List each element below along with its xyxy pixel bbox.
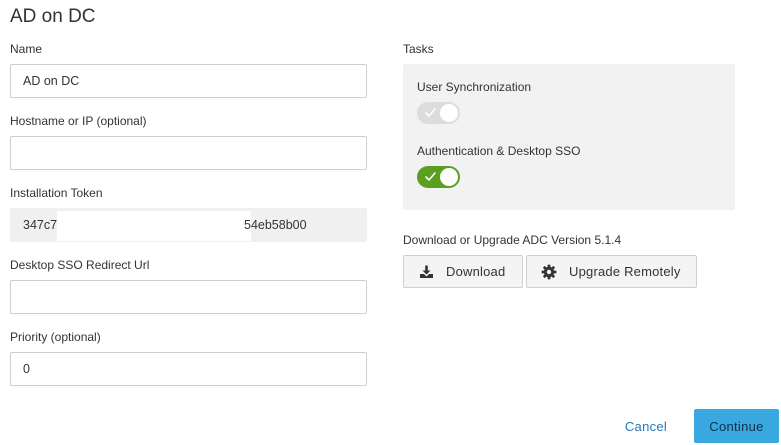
- tasks-panel: User Synchronization Authentication & De…: [403, 64, 735, 210]
- cancel-button-label: Cancel: [624, 419, 668, 434]
- priority-input-value: 0: [23, 362, 30, 376]
- auth-sso-toggle[interactable]: [417, 166, 460, 188]
- cancel-button[interactable]: Cancel: [611, 410, 681, 443]
- gear-icon: [541, 264, 557, 279]
- installation-token-field[interactable]: 347c7 54eb58b00: [10, 208, 367, 242]
- name-label: Name: [10, 42, 43, 56]
- download-title: Download or Upgrade ADC Version 5.1.4: [403, 233, 622, 247]
- download-icon: [420, 265, 433, 278]
- upgrade-remotely-button[interactable]: Upgrade Remotely: [526, 255, 697, 288]
- upgrade-remotely-button-label: Upgrade Remotely: [569, 264, 681, 279]
- name-input[interactable]: AD on DC: [10, 64, 367, 98]
- name-input-value: AD on DC: [23, 74, 80, 88]
- tasks-label: Tasks: [403, 42, 434, 56]
- continue-button[interactable]: Continue: [694, 409, 779, 443]
- continue-button-label: Continue: [709, 418, 764, 434]
- sso-redirect-input[interactable]: [10, 280, 367, 314]
- token-value-end: 54eb58b00: [244, 218, 307, 232]
- installation-token-label: Installation Token: [10, 186, 103, 200]
- hostname-label: Hostname or IP (optional): [10, 114, 147, 128]
- auth-sso-label: Authentication & Desktop SSO: [417, 144, 581, 158]
- priority-input[interactable]: 0: [10, 352, 367, 386]
- toggle-knob: [440, 104, 458, 122]
- download-button[interactable]: Download: [403, 255, 523, 288]
- download-button-label: Download: [446, 264, 506, 279]
- token-redaction: [57, 211, 251, 241]
- user-sync-toggle[interactable]: [417, 102, 460, 124]
- page-title: AD on DC: [10, 6, 96, 27]
- check-icon: [425, 108, 436, 117]
- toggle-knob: [440, 168, 458, 186]
- check-icon: [425, 172, 436, 181]
- hostname-input[interactable]: [10, 136, 367, 170]
- token-value-start: 347c7: [23, 218, 58, 232]
- priority-label: Priority (optional): [10, 330, 101, 344]
- user-sync-label: User Synchronization: [417, 80, 532, 94]
- sso-redirect-label: Desktop SSO Redirect Url: [10, 258, 150, 272]
